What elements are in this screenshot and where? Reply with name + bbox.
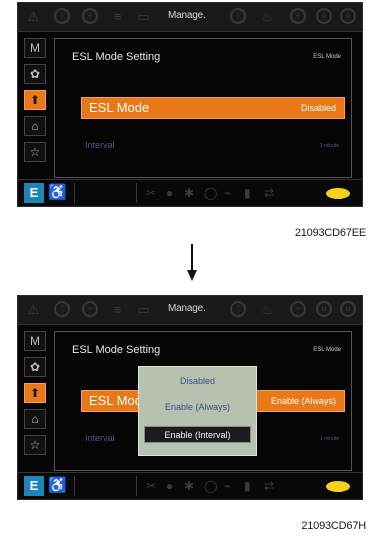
tab-favorites[interactable]: ☆ [24, 142, 46, 162]
coolant-icon: ≡ [113, 9, 122, 24]
hydraulic-icon: + [290, 8, 306, 24]
preheat-icon: ♨ [261, 302, 274, 317]
hydraulic-icon: + [290, 301, 306, 317]
preheat-icon: ♨ [261, 9, 274, 24]
monitor-icon: ⌂ [31, 412, 39, 426]
fuel-icon: ◯ [204, 479, 218, 493]
esl-mode-label: ESL Mod [89, 393, 142, 408]
tab-machine-setting[interactable]: ⬆ [24, 383, 46, 403]
option-enable-interval[interactable]: Enable (Interval) [144, 426, 251, 443]
page-title: ESL Mode Setting [72, 344, 161, 356]
fan-icon: ✱ [184, 186, 195, 200]
fuel-icon: ◯ [204, 186, 218, 200]
status-title: Manage. [168, 303, 206, 314]
figure-caption: 21093CD67H [301, 520, 366, 532]
page-title: ESL Mode Setting [72, 51, 161, 63]
tab-machine-setting[interactable]: ⬆ [24, 90, 46, 110]
seat-belt-icon: ♿ [48, 477, 67, 494]
maintenance-icon: M [30, 41, 40, 55]
divider [74, 476, 75, 496]
charge-warning-icon: + [82, 8, 98, 24]
travel-icon: ⇄ [264, 479, 275, 493]
headlight-icon [326, 481, 350, 492]
air-filter-icon: o [340, 301, 356, 317]
interval-value: 1 minute [319, 143, 339, 149]
option-enable-always[interactable]: Enable (Always) [144, 399, 251, 416]
engine-check-icon: ! [54, 301, 70, 317]
status-bar: ⚠ ! + ≡ ▭ Manage. ! ♨ + o o [18, 3, 362, 32]
eco-mode-badge: E [24, 183, 44, 203]
work-light-icon: ✂ [146, 186, 157, 200]
overload-icon: o [316, 8, 332, 24]
battery-icon: ▭ [137, 302, 150, 317]
gear-icon: ✿ [29, 360, 41, 374]
tab-maintenance[interactable]: M [24, 331, 46, 351]
filter-icon: ▮ [244, 186, 251, 200]
monitor-screen-esl-mode-popup: ⚠ ! + ≡ ▭ Manage. ! ♨ + o o M ✿ ⬆ ⌂ ☆ ES… [17, 295, 363, 500]
tab-settings[interactable]: ✿ [24, 357, 46, 377]
tab-settings[interactable]: ✿ [24, 64, 46, 84]
brake-icon: ! [230, 301, 246, 317]
gauge-icon: ⌁ [224, 186, 232, 200]
headlight-icon [326, 188, 350, 199]
divider [136, 183, 137, 203]
machine-setting-icon: ⬆ [29, 386, 41, 400]
bottom-bar: E ♿ ✂ ● ✱ ◯ ⌁ ▮ ⇄ [18, 472, 362, 499]
gauge-icon: ⌁ [224, 479, 232, 493]
gear-icon: ✿ [29, 67, 41, 81]
figure-caption: 21093CD67EE [294, 227, 366, 239]
esl-mode-dropdown: Disabled Enable (Always) Enable (Interva… [138, 366, 257, 456]
divider [74, 183, 75, 203]
interval-label[interactable]: Interval [85, 433, 115, 443]
charge-warning-icon: + [82, 301, 98, 317]
work-light-icon: ✂ [146, 479, 157, 493]
esl-mode-value: Enable (Always) [270, 396, 336, 406]
brake-icon: ! [230, 8, 246, 24]
tab-monitor[interactable]: ⌂ [24, 409, 46, 429]
seat-belt-icon: ♿ [48, 184, 67, 201]
star-icon: ☆ [29, 438, 41, 452]
tab-maintenance[interactable]: M [24, 38, 46, 58]
page-tag: ESL Mode [313, 347, 341, 353]
esl-mode-value: Disabled [300, 103, 336, 113]
battery-icon: ▭ [137, 9, 150, 24]
filter-icon: ▮ [244, 479, 251, 493]
interval-label[interactable]: Interval [85, 140, 115, 150]
bottom-bar: E ♿ ✂ ● ✱ ◯ ⌁ ▮ ⇄ [18, 179, 362, 206]
monitor-icon: ⌂ [31, 119, 39, 133]
esl-mode-row[interactable]: ESL Mode Disabled [81, 97, 345, 119]
tab-monitor[interactable]: ⌂ [24, 116, 46, 136]
warning-icon: ⚠ [27, 9, 40, 24]
option-disabled[interactable]: Disabled [144, 373, 251, 390]
fan-icon: ✱ [184, 479, 195, 493]
esl-mode-label: ESL Mode [89, 100, 150, 115]
maintenance-icon: M [30, 334, 40, 348]
down-arrow-icon [187, 244, 197, 281]
coolant-icon: ≡ [113, 302, 122, 317]
engine-check-icon: ! [54, 8, 70, 24]
status-bar: ⚠ ! + ≡ ▭ Manage. ! ♨ + o o [18, 296, 362, 325]
esl-settings-pane: ESL Mode Setting ESL Mode ESL Mode Disab… [54, 38, 352, 178]
warning-icon: ⚠ [27, 302, 40, 317]
overload-icon: o [316, 301, 332, 317]
air-filter-icon: o [340, 8, 356, 24]
monitor-screen-esl-mode: ⚠ ! + ≡ ▭ Manage. ! ♨ + o o M ✿ ⬆ ⌂ ☆ ES… [17, 2, 363, 207]
interval-value: 1 minute [319, 436, 339, 442]
eco-mode-badge: E [24, 476, 44, 496]
status-title: Manage. [168, 10, 206, 21]
page-tag: ESL Mode [313, 54, 341, 60]
divider [136, 476, 137, 496]
machine-setting-icon: ⬆ [29, 93, 41, 107]
lock-icon: ● [166, 186, 174, 200]
travel-icon: ⇄ [264, 186, 275, 200]
lock-icon: ● [166, 479, 174, 493]
star-icon: ☆ [29, 145, 41, 159]
tab-favorites[interactable]: ☆ [24, 435, 46, 455]
